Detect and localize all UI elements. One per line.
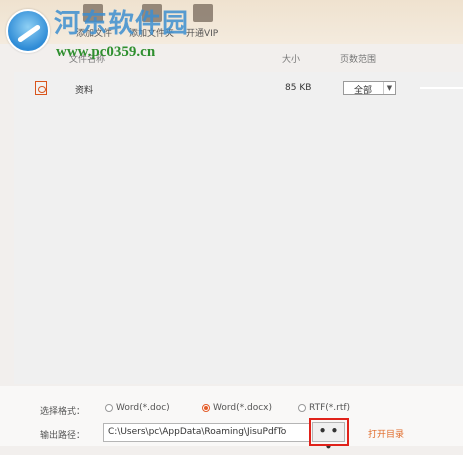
watermark-url: www.pc0359.cn: [56, 44, 156, 60]
pdf-file-icon: [35, 81, 47, 95]
format-doc-label[interactable]: Word(*.doc): [116, 403, 170, 413]
open-directory-link[interactable]: 打开目录: [368, 427, 404, 440]
file-size: 85 KB: [285, 83, 312, 93]
watermark-title: 河东软件园: [54, 9, 190, 39]
format-rtf-label[interactable]: RTF(*.rtf): [309, 403, 350, 413]
watermark: 河东软件园 www.pc0359.cn: [0, 0, 463, 64]
output-path-label: 输出路径：: [40, 431, 86, 441]
file-name: 资料: [75, 86, 94, 96]
format-docx-label[interactable]: Word(*.docx): [213, 403, 272, 413]
output-path-input[interactable]: C:\Users\pc\AppData\Roaming\JisuPdfTo: [103, 423, 311, 442]
file-list: [14, 72, 463, 384]
format-label: 选择格式：: [40, 407, 86, 417]
page-range-value: 全部: [354, 86, 373, 96]
file-row[interactable]: 资料 85 KB 全部 ▼: [0, 78, 463, 100]
radio-doc[interactable]: [105, 404, 113, 412]
highlight-box: [309, 418, 349, 446]
chevron-down-icon[interactable]: ▼: [383, 82, 395, 94]
radio-rtf[interactable]: [298, 404, 306, 412]
output-path-value: C:\Users\pc\AppData\Roaming\JisuPdfTo: [108, 427, 287, 437]
watermark-logo-icon: [6, 9, 50, 53]
radio-docx[interactable]: [202, 404, 210, 412]
progress-bar: [420, 87, 463, 89]
page-range-select[interactable]: 全部 ▼: [343, 81, 396, 96]
